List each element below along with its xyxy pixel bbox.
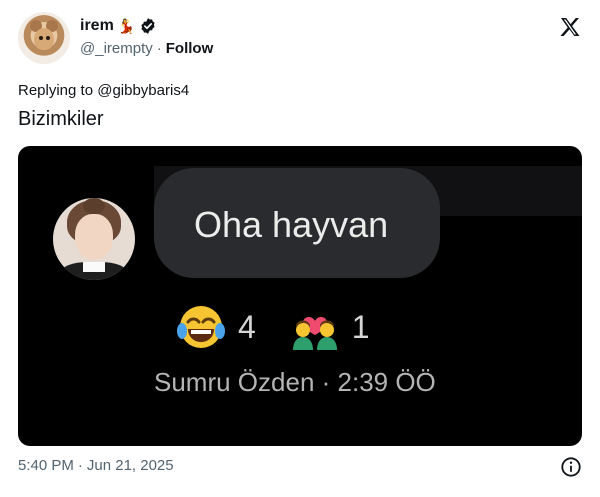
message-bubble: Oha hayvan — [154, 168, 440, 278]
separator-dot: · — [156, 40, 162, 57]
reaction-couple: 1 — [290, 302, 370, 352]
replying-to-line: Replying to @gibbybaris4 — [18, 82, 189, 99]
avatar-eye — [46, 36, 50, 40]
face-with-tears-of-joy-icon — [177, 306, 225, 348]
sender-name-time: Sumru Özden · 2:39 ÖÖ — [154, 367, 436, 397]
author-name-row: irem 💃 — [80, 15, 157, 37]
author-handle[interactable]: @_irempty — [80, 40, 153, 57]
tweet-timestamp[interactable]: 5:40 PM · Jun 21, 2025 — [18, 457, 174, 474]
message-text: Oha hayvan — [194, 204, 389, 245]
avatar-face — [34, 28, 54, 50]
verified-badge-icon — [141, 18, 155, 34]
avatar-eye — [39, 36, 43, 40]
x-logo-icon[interactable] — [558, 15, 582, 39]
author-display-name[interactable]: irem — [80, 17, 114, 35]
author-avatar[interactable] — [18, 12, 70, 64]
reaction-count: 1 — [351, 308, 370, 345]
reactions-row: 4 1 — [176, 302, 404, 352]
tweet-media-image[interactable]: Oha hayvan 4 1 Sumru Özden · 2:39 ÖÖ — [18, 146, 582, 446]
dancer-emoji-icon: 💃 — [117, 17, 136, 34]
avatar-collar — [83, 262, 105, 272]
sender-avatar — [53, 198, 135, 280]
couple-with-heart-icon — [292, 317, 337, 350]
avatar-hair-bun — [83, 198, 105, 214]
reaction-count: 4 — [238, 308, 256, 345]
avatar-face — [75, 214, 113, 260]
follow-button[interactable]: Follow — [166, 40, 214, 57]
replying-handle-link[interactable]: @gibbybaris4 — [97, 82, 189, 99]
replying-prefix: Replying to — [18, 82, 94, 99]
tweet-time: 5:40 PM — [18, 457, 74, 474]
author-handle-row: @_irempty · Follow — [80, 40, 213, 57]
tweet-date: Jun 21, 2025 — [86, 457, 174, 474]
tweet-text: Bizimkiler — [18, 108, 104, 130]
reaction-laugh: 4 — [176, 302, 256, 352]
separator-dot: · — [77, 457, 83, 474]
info-icon[interactable] — [560, 456, 582, 478]
